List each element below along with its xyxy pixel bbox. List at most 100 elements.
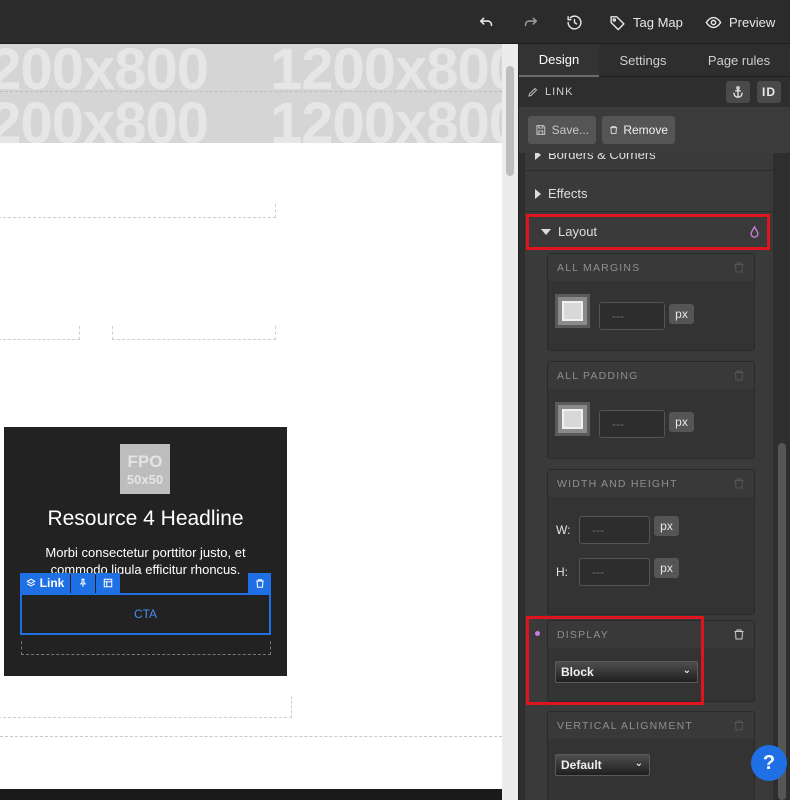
style-sections: Borders & Corners Effects Layout ALL MAR…	[525, 153, 773, 800]
element-type-label: Link	[39, 576, 65, 590]
tab-settings[interactable]: Settings	[599, 44, 687, 77]
valign-group: VERTICAL ALIGNMENT Default ⌄	[547, 711, 755, 800]
margin-box-icon[interactable]	[555, 294, 590, 328]
anchor-icon	[733, 86, 743, 98]
display-select[interactable]: Block ⌄	[555, 661, 698, 683]
trash-icon[interactable]	[733, 369, 745, 382]
padding-header: ALL PADDING	[548, 362, 754, 389]
padding-box-icon[interactable]	[555, 402, 590, 436]
fpo-label: FPO	[127, 451, 163, 471]
tab-design[interactable]: Design	[519, 44, 599, 77]
footer-section[interactable]	[0, 789, 502, 800]
remove-button[interactable]: Remove	[602, 116, 675, 144]
help-button[interactable]: ?	[751, 745, 787, 781]
trash-icon[interactable]	[733, 261, 745, 274]
trash-icon[interactable]	[733, 719, 745, 732]
layout-button[interactable]	[96, 573, 120, 593]
remove-label: Remove	[623, 123, 668, 137]
undo-button[interactable]	[478, 10, 495, 34]
chevron-right-icon	[535, 188, 541, 199]
size-group: WIDTH AND HEIGHT W: --- px H: --- px	[547, 469, 755, 615]
cta-link[interactable]: CTA	[20, 593, 271, 635]
save-icon	[536, 125, 546, 135]
display-title: DISPLAY	[557, 628, 609, 641]
resource-card[interactable]: FPO 50x50 Resource 4 Headline Morbi cons…	[4, 427, 287, 676]
save-button[interactable]: Save...	[528, 116, 596, 144]
save-label: Save...	[551, 123, 589, 137]
empty-container-outline[interactable]	[21, 641, 271, 655]
padding-input[interactable]: ---	[599, 410, 665, 438]
tag-icon	[610, 15, 625, 30]
trash-icon	[255, 578, 264, 588]
empty-container-outline[interactable]	[0, 696, 292, 718]
height-input[interactable]: ---	[579, 558, 650, 586]
id-button[interactable]: ID	[757, 81, 781, 103]
undo-icon	[480, 16, 493, 26]
top-toolbar: Tag Map Preview	[0, 0, 790, 44]
width-label: W:	[556, 523, 571, 537]
delete-element-button[interactable]	[248, 573, 271, 593]
width-input[interactable]: ---	[579, 516, 650, 544]
chevron-down-icon: ⌄	[682, 665, 691, 676]
display-group: DISPLAY Block ⌄	[547, 620, 755, 702]
panel-scrollbar-thumb[interactable]	[778, 443, 786, 800]
canvas-scrollbar[interactable]	[502, 44, 518, 800]
history-button[interactable]	[566, 10, 583, 34]
margin-input[interactable]: ---	[599, 302, 665, 330]
padding-group: ALL PADDING --- px	[547, 361, 755, 459]
valign-select[interactable]: Default ⌄	[555, 754, 650, 776]
card-headline[interactable]: Resource 4 Headline	[4, 507, 287, 531]
section-layout[interactable]: Layout	[525, 214, 773, 250]
empty-container-outline[interactable]	[0, 326, 80, 340]
banner-placeholder-text: 1200x800	[0, 91, 209, 143]
preview-label: Preview	[729, 14, 776, 30]
pencil-icon	[528, 87, 538, 97]
height-unit[interactable]: px	[654, 558, 679, 578]
card-body-text[interactable]: Morbi consectetur porttitor justo, et co…	[24, 544, 267, 574]
pin-button[interactable]	[71, 573, 95, 593]
trash-icon[interactable]	[733, 477, 745, 490]
size-title: WIDTH AND HEIGHT	[557, 477, 678, 490]
padding-unit[interactable]: px	[669, 412, 694, 432]
card-image-placeholder[interactable]: FPO 50x50	[120, 444, 170, 494]
panel-tabs: Design Settings Page rules	[519, 44, 790, 77]
trash-icon[interactable]	[733, 628, 745, 641]
anchor-button[interactable]	[726, 81, 750, 103]
section-borders-corners[interactable]: Borders & Corners	[525, 153, 773, 171]
tab-page-rules[interactable]: Page rules	[687, 44, 790, 77]
design-canvas[interactable]: 1200x800 1200x800 1200x800 1200x800 FPO …	[0, 44, 502, 800]
empty-container-outline[interactable]	[112, 326, 276, 340]
section-label: Layout	[558, 224, 598, 239]
redo-button[interactable]	[522, 10, 539, 34]
history-icon	[567, 14, 582, 30]
layout-icon	[103, 578, 113, 588]
drop-indicator-icon	[750, 226, 759, 238]
height-label: H:	[556, 565, 568, 579]
width-unit[interactable]: px	[654, 516, 679, 536]
guide-line	[0, 91, 502, 92]
display-header: DISPLAY	[548, 621, 754, 648]
element-type-tag[interactable]: Link	[20, 573, 70, 593]
canvas-scrollbar-thumb[interactable]	[506, 66, 514, 176]
empty-container-outline[interactable]	[0, 204, 276, 218]
chevron-right-icon	[535, 153, 541, 160]
layers-icon	[26, 578, 35, 587]
selected-element-row: LINK ID	[519, 77, 790, 107]
panel-scrollbar[interactable]	[774, 153, 790, 800]
margins-group: ALL MARGINS --- px	[547, 253, 755, 351]
margin-unit[interactable]: px	[669, 304, 694, 324]
valign-value: Default	[561, 758, 602, 772]
trash-icon	[610, 126, 618, 134]
preview-button[interactable]: Preview	[705, 10, 775, 34]
valign-header: VERTICAL ALIGNMENT	[548, 712, 754, 739]
margins-header: ALL MARGINS	[548, 254, 754, 281]
banner-placeholder-text: 1200x800	[270, 91, 502, 143]
section-effects[interactable]: Effects	[525, 176, 773, 212]
banner-image-placeholder[interactable]: 1200x800 1200x800 1200x800 1200x800	[0, 44, 502, 143]
modified-indicator	[535, 631, 540, 636]
redo-icon	[524, 16, 537, 26]
tag-map-button[interactable]: Tag Map	[609, 10, 683, 34]
section-label: Borders & Corners	[548, 153, 656, 162]
section-label: Effects	[548, 186, 588, 201]
guide-line	[0, 736, 502, 737]
